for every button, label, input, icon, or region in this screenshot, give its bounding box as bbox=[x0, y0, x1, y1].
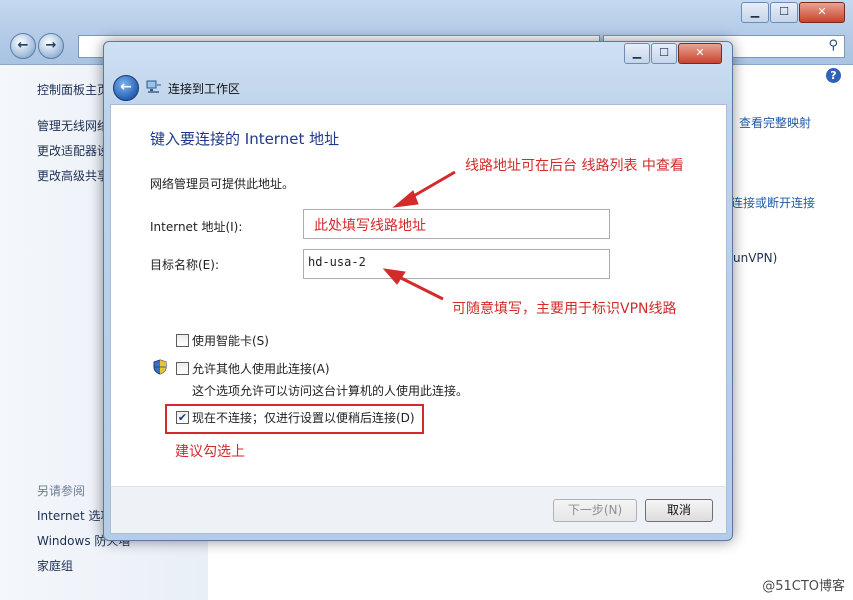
watermark: @51CTO博客 bbox=[762, 579, 845, 594]
arrow-to-name-field bbox=[394, 273, 444, 301]
arrowhead-name bbox=[382, 268, 406, 285]
arrowhead-address bbox=[392, 190, 419, 208]
annotation-arrows bbox=[382, 170, 456, 301]
